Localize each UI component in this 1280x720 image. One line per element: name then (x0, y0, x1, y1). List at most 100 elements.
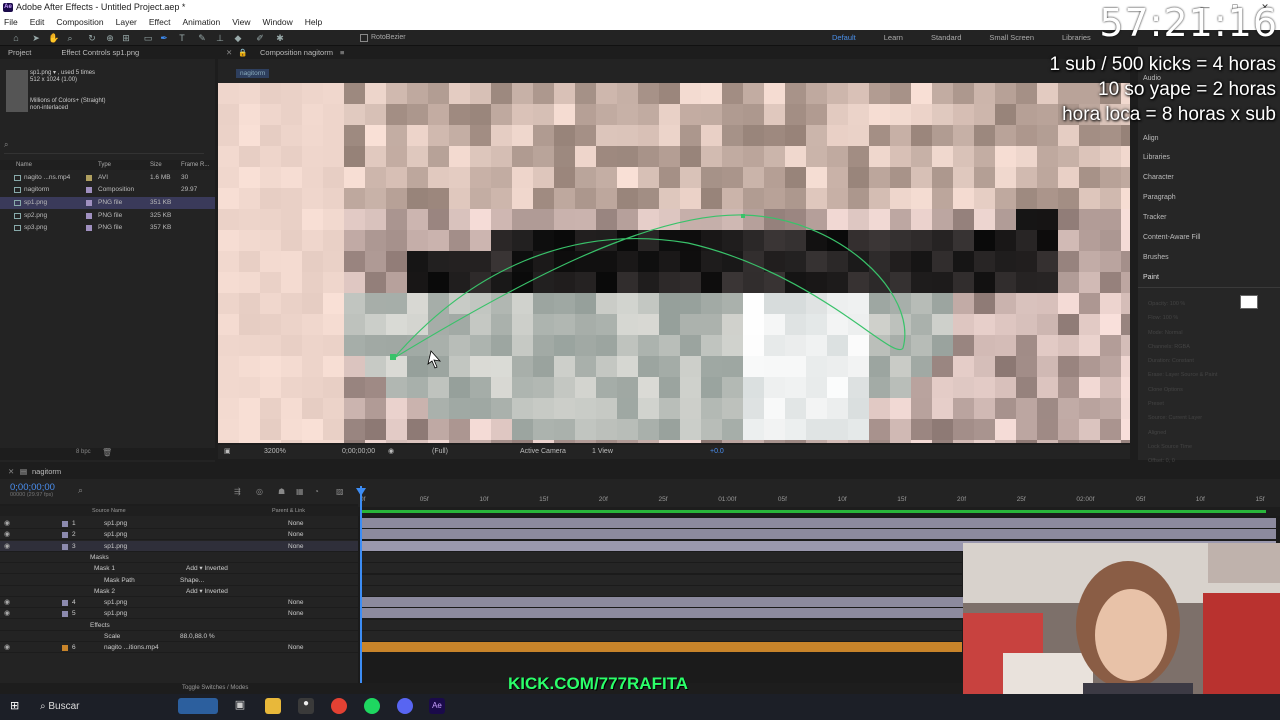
layer-parent[interactable]: None (288, 608, 304, 619)
col-name[interactable]: Name (16, 160, 32, 170)
layer-parent[interactable]: 88.0,88.0 % (180, 631, 215, 642)
mask-vertex[interactable] (390, 354, 396, 360)
brush-tool-icon[interactable]: ✎ (196, 32, 208, 44)
layer-label-color[interactable] (62, 543, 68, 550)
home-icon[interactable]: ⌂ (10, 32, 22, 44)
mask-path[interactable] (393, 214, 906, 359)
roto-brush-icon[interactable]: ✐ (254, 32, 266, 44)
rotate-tool-icon[interactable]: ↻ (86, 32, 98, 44)
menu-file[interactable]: File (4, 15, 18, 30)
obs-icon[interactable]: ● (298, 698, 314, 714)
property-track[interactable] (362, 574, 962, 585)
clone-aligned[interactable]: Aligned (1148, 426, 1217, 440)
label-swatch[interactable] (86, 175, 92, 181)
menu-effect[interactable]: Effect (149, 15, 171, 30)
paint-channels[interactable]: Channels: RGBA (1148, 340, 1217, 354)
search-icon[interactable]: ⌕ (78, 485, 83, 496)
project-item[interactable]: sp2.png PNG file 325 KB (0, 210, 215, 222)
menu-help[interactable]: Help (305, 15, 322, 30)
project-item[interactable]: sp3.png PNG file 357 KB (0, 222, 215, 234)
paint-erase[interactable]: Erase: Layer Source & Paint (1148, 368, 1217, 382)
camera-select[interactable]: Active Camera (520, 445, 566, 459)
type-tool-icon[interactable]: T (176, 32, 188, 44)
shy-icon[interactable]: ☗ (278, 487, 285, 496)
playhead[interactable] (360, 486, 362, 686)
layer-duration-bar[interactable] (362, 642, 962, 653)
label-swatch[interactable] (86, 225, 92, 231)
panel-character[interactable]: Character (1143, 174, 1174, 181)
visibility-eye-icon[interactable]: ◉ (4, 599, 12, 606)
layer-parent[interactable]: Add ▾ Inverted (186, 586, 228, 597)
close-icon[interactable]: ✕ (8, 465, 14, 479)
clone-stamp-icon[interactable]: ⊥ (214, 32, 226, 44)
clone-preset[interactable]: Preset (1148, 397, 1217, 411)
layer-label-color[interactable] (62, 521, 68, 527)
rotobezier-checkbox[interactable] (360, 34, 368, 42)
layer-parent[interactable]: None (288, 642, 304, 653)
timeline-layer-row[interactable]: ◉ 5 sp1.png None (0, 608, 358, 620)
timeline-property-row[interactable]: Scale 88.0,88.0 % (0, 631, 358, 642)
label-swatch[interactable] (86, 187, 92, 193)
puppet-tool-icon[interactable]: ✱ (274, 32, 286, 44)
paint-flow[interactable]: Flow: 100 % (1148, 311, 1217, 325)
project-item[interactable]: nagito ...ns.mp4 AVI 1.6 MB 30 (0, 172, 215, 184)
col-type[interactable]: Type (98, 160, 111, 170)
property-track[interactable] (362, 619, 962, 630)
col-size[interactable]: Size (150, 160, 162, 170)
visibility-eye-icon[interactable]: ◉ (4, 644, 12, 651)
visibility-eye-icon[interactable]: ◉ (4, 520, 12, 527)
current-time[interactable]: 0;00;00;00 (342, 445, 375, 459)
comp-flowchart-icon[interactable]: ⇶ (234, 487, 241, 496)
timeline-layer-row[interactable]: ◉ 4 sp1.png None (0, 597, 358, 609)
workspace-learn[interactable]: Learn (870, 32, 917, 44)
toggle-switches-modes[interactable]: Toggle Switches / Modes (182, 683, 248, 693)
layer-label-color[interactable] (62, 532, 68, 539)
project-item[interactable]: sp1.png PNG file 351 KB (0, 197, 215, 209)
menu-view[interactable]: View (232, 15, 250, 30)
project-search-input[interactable]: ⌕ (4, 140, 204, 154)
paint-duration[interactable]: Duration: Constant (1148, 354, 1217, 368)
draft-3d-icon[interactable]: ◎ (256, 487, 263, 496)
timeline-layer-row[interactable]: ◉ 3 sp1.png None (0, 540, 358, 552)
file-explorer-icon[interactable] (265, 698, 281, 714)
resolution-select[interactable]: (Full) (432, 445, 448, 459)
clone-source[interactable]: Source: Current Layer (1148, 411, 1217, 425)
menu-composition[interactable]: Composition (56, 15, 103, 30)
col-source-name[interactable]: Source Name (92, 506, 126, 516)
property-track[interactable] (362, 563, 962, 574)
close-icon[interactable]: ✕ (226, 47, 232, 59)
composition-viewer[interactable] (218, 83, 1130, 443)
timeline-property-row[interactable]: Mask 2 Add ▾ Inverted (0, 586, 358, 597)
layer-duration-bar[interactable] (362, 518, 1276, 528)
foreground-color-swatch[interactable] (1240, 295, 1258, 309)
frame-blending-icon[interactable]: ▦ (296, 487, 304, 496)
taskbar-search[interactable]: ⌕ Buscar (32, 697, 172, 717)
layer-parent[interactable]: None (288, 597, 304, 608)
timeline-layer-row[interactable]: ◉ 2 sp1.png None (0, 529, 358, 541)
tab-project[interactable]: Project (8, 47, 31, 59)
pan-behind-tool-icon[interactable]: ⊞ (120, 32, 132, 44)
workspace-standard[interactable]: Standard (917, 32, 975, 44)
panel-content-aware-fill[interactable]: Content-Aware Fill (1143, 234, 1200, 241)
panel-paint[interactable]: Paint (1143, 274, 1159, 281)
menu-window[interactable]: Window (263, 15, 293, 30)
graph-editor-icon[interactable]: ▨ (336, 487, 344, 496)
workspace-libraries[interactable]: Libraries (1048, 32, 1105, 44)
eraser-tool-icon[interactable]: ◆ (232, 32, 244, 44)
after-effects-icon[interactable]: Ae (429, 698, 445, 714)
tab-timeline[interactable]: nagitorm (32, 465, 61, 479)
layer-parent[interactable]: Add ▾ Inverted (186, 563, 228, 574)
layer-label-color[interactable] (62, 611, 68, 618)
timeline-property-row[interactable]: Mask 1 Add ▾ Inverted (0, 563, 358, 575)
layer-parent[interactable]: None (288, 529, 304, 540)
menu-layer[interactable]: Layer (116, 15, 137, 30)
menu-edit[interactable]: Edit (30, 15, 45, 30)
visibility-eye-icon[interactable]: ◉ (4, 610, 12, 617)
workspace-default[interactable]: Default (818, 32, 870, 44)
label-swatch[interactable] (86, 213, 92, 219)
layer-duration-bar[interactable] (362, 529, 1276, 540)
timeline-layer-row[interactable]: ◉ 1 sp1.png None (0, 518, 358, 529)
tab-composition[interactable]: Composition nagitorm (260, 47, 333, 59)
layer-label-color[interactable] (62, 645, 68, 652)
zoom-tool-icon[interactable]: ⌕ (64, 32, 76, 44)
